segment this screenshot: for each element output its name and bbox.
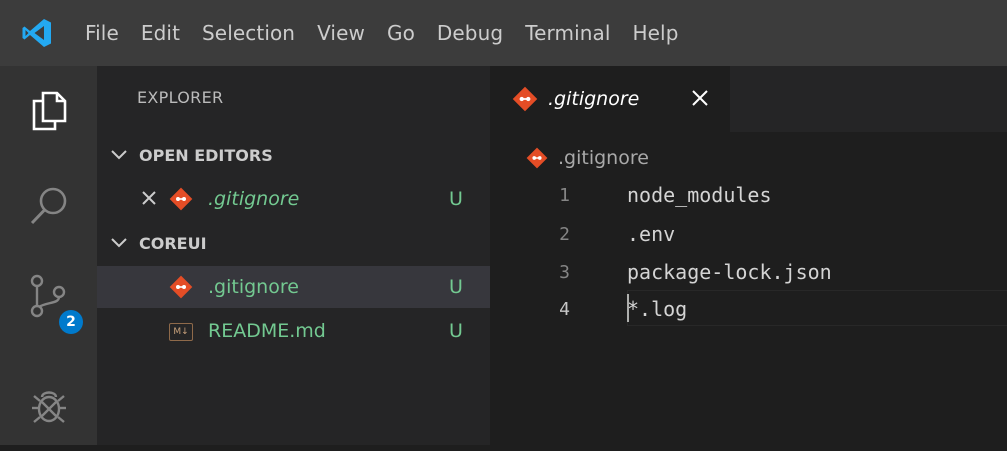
activity-bar: 2 xyxy=(0,66,97,445)
breadcrumb-filename: .gitignore xyxy=(558,147,649,169)
debug-activity-button[interactable] xyxy=(0,361,97,451)
git-file-icon xyxy=(526,147,548,169)
editor-tab-bar: .gitignore xyxy=(490,66,1007,132)
markdown-file-icon: M↓ xyxy=(169,323,193,341)
vscode-logo-icon xyxy=(0,0,74,66)
open-editors-label: OPEN EDITORS xyxy=(139,145,273,165)
code-line[interactable]: 3 package-lock.json xyxy=(490,253,1007,291)
sidebar-title: EXPLORER xyxy=(137,88,224,107)
files-icon xyxy=(32,91,66,131)
tab-gitignore[interactable]: .gitignore xyxy=(490,66,730,132)
git-file-icon xyxy=(169,275,193,304)
menu-terminal[interactable]: Terminal xyxy=(514,0,621,66)
folder-coreui-header[interactable]: COREUI xyxy=(97,222,490,264)
debug-icon xyxy=(31,391,66,423)
line-text: package-lock.json xyxy=(627,260,832,284)
line-number: 4 xyxy=(559,298,570,320)
search-activity-button[interactable] xyxy=(0,161,97,251)
close-icon[interactable] xyxy=(688,86,712,110)
source-control-activity-button[interactable]: 2 xyxy=(0,251,97,341)
explorer-activity-button[interactable] xyxy=(0,66,97,156)
close-editor-icon[interactable] xyxy=(141,189,157,211)
open-editors-header[interactable]: OPEN EDITORS xyxy=(97,134,490,176)
file-name: README.md xyxy=(208,320,326,342)
line-text: node_modules xyxy=(627,183,772,207)
chevron-down-icon xyxy=(99,238,139,248)
code-line[interactable]: 1 node_modules xyxy=(490,176,1007,214)
folder-label: COREUI xyxy=(139,233,207,253)
open-editor-filename: .gitignore xyxy=(208,188,300,210)
code-line[interactable]: 2 .env xyxy=(490,215,1007,253)
untracked-status: U xyxy=(449,276,463,298)
code-line[interactable]: 4 *.log xyxy=(490,290,1007,328)
line-text: *.log xyxy=(627,297,688,321)
menu-file[interactable]: File xyxy=(74,0,130,66)
line-number: 1 xyxy=(559,184,570,206)
git-file-icon xyxy=(512,86,538,112)
untracked-status: U xyxy=(449,188,463,210)
menu-selection[interactable]: Selection xyxy=(191,0,306,66)
menu-debug[interactable]: Debug xyxy=(426,0,514,66)
breadcrumb[interactable]: .gitignore xyxy=(526,144,649,172)
chevron-down-icon xyxy=(99,150,139,160)
git-file-icon xyxy=(169,187,193,216)
text-cursor xyxy=(627,294,629,322)
menu-bar: File Edit Selection View Go Debug Termin… xyxy=(74,0,690,66)
file-item-readme[interactable]: M↓ README.md U xyxy=(97,310,490,352)
file-name: .gitignore xyxy=(208,276,299,298)
untracked-status: U xyxy=(449,320,463,342)
explorer-sidebar: EXPLORER OPEN EDITORS .gitignore U COREU… xyxy=(97,66,490,445)
menu-edit[interactable]: Edit xyxy=(130,0,191,66)
menu-help[interactable]: Help xyxy=(622,0,690,66)
menu-go[interactable]: Go xyxy=(376,0,426,66)
file-item-gitignore[interactable]: .gitignore U xyxy=(97,266,490,308)
title-bar: File Edit Selection View Go Debug Termin… xyxy=(0,0,1007,66)
tab-label: .gitignore xyxy=(548,88,640,110)
line-number: 2 xyxy=(559,223,570,245)
code-editor[interactable]: .gitignore 1 node_modules 2 .env 3 packa… xyxy=(490,132,1007,445)
open-editor-item[interactable]: .gitignore U xyxy=(97,178,490,220)
menu-view[interactable]: View xyxy=(306,0,376,66)
search-icon xyxy=(30,187,66,225)
scm-count-badge: 2 xyxy=(59,310,83,334)
line-text: .env xyxy=(627,222,676,246)
line-number: 3 xyxy=(559,261,570,283)
